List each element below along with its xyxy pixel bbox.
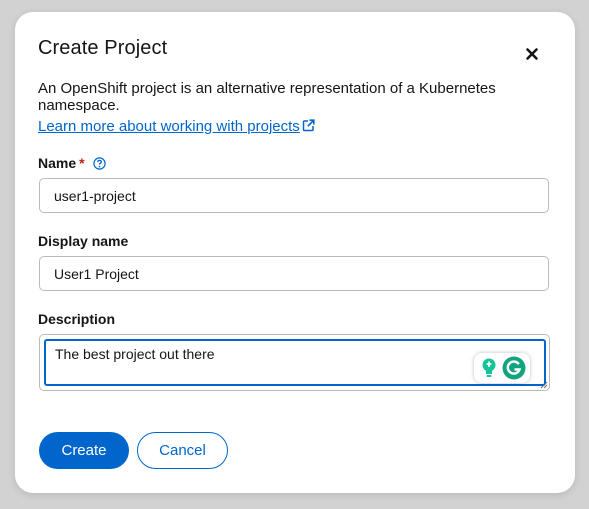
description-text: The best project out there xyxy=(55,346,215,362)
learn-more-link[interactable]: Learn more about working with projects xyxy=(38,118,315,135)
modal-description: An OpenShift project is an alternative r… xyxy=(38,80,496,114)
create-project-modal: Create Project An OpenShift project is a… xyxy=(15,12,575,493)
close-icon xyxy=(526,48,538,60)
grammarly-g-icon xyxy=(502,356,526,380)
modal-title: Create Project xyxy=(38,37,168,59)
learn-more-link-text: Learn more about working with projects xyxy=(38,118,300,135)
required-marker: * xyxy=(79,155,85,171)
grammarly-widget[interactable] xyxy=(474,353,530,383)
close-button[interactable] xyxy=(523,45,541,63)
name-input[interactable] xyxy=(39,178,549,213)
grammarly-bulb-icon xyxy=(482,358,496,377)
display-name-input[interactable] xyxy=(39,256,549,291)
description-label: Description xyxy=(38,311,116,327)
description-textarea-focus-ring: The best project out there xyxy=(44,339,546,386)
external-link-icon xyxy=(302,119,315,132)
description-textarea[interactable]: The best project out there xyxy=(39,334,550,391)
name-label: Name * xyxy=(38,155,106,173)
resize-handle-icon[interactable] xyxy=(540,381,548,389)
cancel-button[interactable]: Cancel xyxy=(137,432,228,469)
help-icon xyxy=(92,157,106,170)
help-button[interactable] xyxy=(92,157,106,173)
display-name-label: Display name xyxy=(38,233,129,249)
name-label-text: Name xyxy=(38,155,77,171)
create-button[interactable]: Create xyxy=(39,432,129,469)
